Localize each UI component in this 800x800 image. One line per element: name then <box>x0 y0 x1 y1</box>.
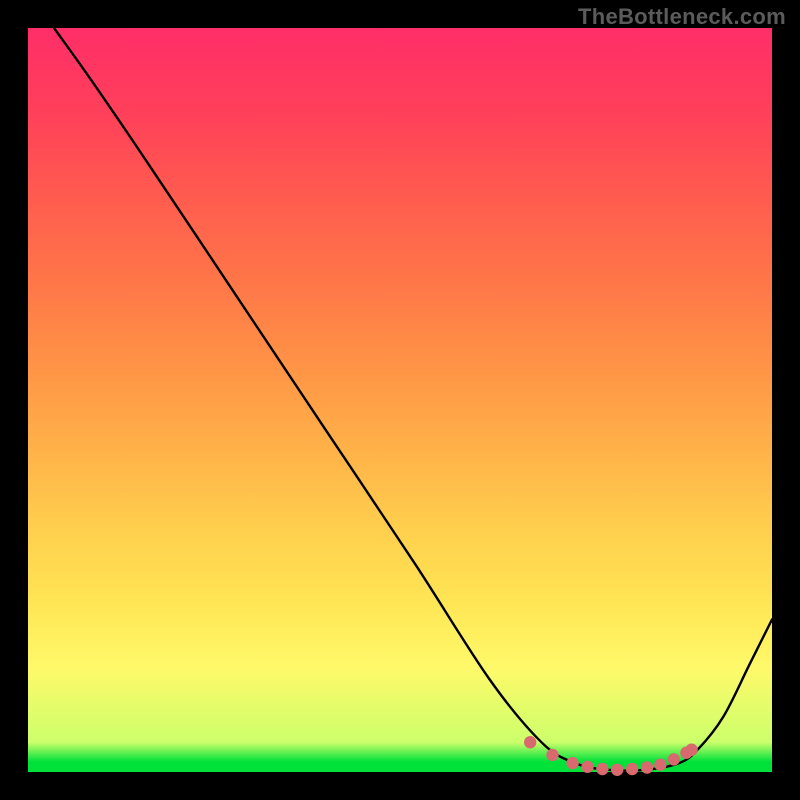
valley-marker-dot <box>546 749 558 761</box>
plot-area <box>28 28 772 772</box>
valley-marker-dot <box>641 761 653 773</box>
valley-marker-dot <box>668 753 680 765</box>
valley-marker-dot <box>685 744 697 756</box>
chart-svg <box>28 28 772 772</box>
watermark-text: TheBottleneck.com <box>578 4 786 30</box>
chart-root: TheBottleneck.com <box>0 0 800 800</box>
valley-marker-dot <box>581 761 593 773</box>
valley-marker-dot <box>626 763 638 775</box>
valley-marker-dot <box>524 736 536 748</box>
curve-layer <box>54 28 772 771</box>
valley-marker-dot <box>566 757 578 769</box>
valley-marker-dot <box>596 763 608 775</box>
bottleneck-curve <box>54 28 772 771</box>
valley-marker-dot <box>611 764 623 776</box>
valley-marker-dot <box>654 758 666 770</box>
